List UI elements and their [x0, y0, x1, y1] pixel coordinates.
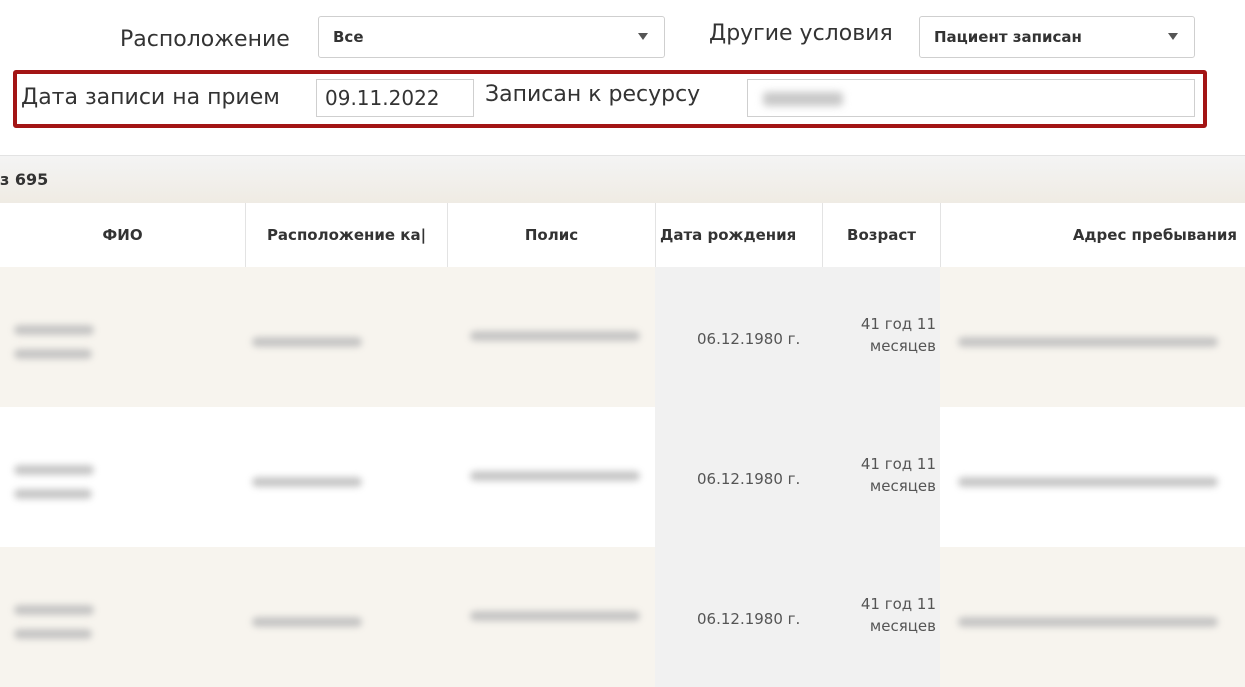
fio-redacted [14, 349, 92, 359]
column-header-birth-date[interactable]: Дата рождения [655, 203, 822, 267]
age-line-2: месяцев [869, 617, 936, 635]
chevron-down-icon [638, 33, 648, 40]
column-header-age[interactable]: Возраст [822, 203, 940, 267]
address-redacted [958, 477, 1218, 487]
policy-redacted [470, 331, 640, 341]
policy-redacted [470, 611, 640, 621]
age-line-1: 41 год 11 [860, 595, 936, 613]
chevron-down-icon [1168, 33, 1178, 40]
policy-redacted [470, 471, 640, 481]
fio-redacted [14, 605, 94, 615]
card-location-redacted [252, 477, 362, 487]
column-header-policy[interactable]: Полис [447, 203, 655, 267]
table-header: ФИО Расположение ка| Полис Дата рождения… [0, 203, 1245, 268]
age-line-1: 41 год 11 [860, 315, 936, 333]
age-line-2: месяцев [869, 477, 936, 495]
other-conditions-label: Другие условия [709, 21, 893, 46]
birth-date-cell: 06.12.1980 г. [697, 470, 801, 488]
card-location-redacted [252, 337, 362, 347]
address-redacted [958, 617, 1218, 627]
location-select-value: Все [333, 28, 364, 46]
card-location-redacted [252, 617, 362, 627]
age-line-2: месяцев [869, 337, 936, 355]
column-header-address[interactable]: Адрес пребывания [940, 203, 1245, 267]
age-cell: 41 год 11 месяцев [820, 593, 936, 637]
fio-redacted [14, 465, 94, 475]
other-conditions-select-value: Пациент записан [934, 28, 1082, 46]
results-count: з 695 [0, 170, 49, 189]
fio-redacted [14, 629, 92, 639]
table-row[interactable]: 06.12.1980 г. 41 год 11 месяцев [0, 547, 1245, 687]
table-row[interactable]: 06.12.1980 г. 41 год 11 месяцев [0, 407, 1245, 547]
highlight-frame [13, 70, 1207, 128]
table-row[interactable]: 06.12.1980 г. 41 год 11 месяцев [0, 267, 1245, 407]
birth-date-cell: 06.12.1980 г. [697, 330, 801, 348]
table-body: 06.12.1980 г. 41 год 11 месяцев 06.12.19… [0, 267, 1245, 687]
fio-redacted [14, 325, 94, 335]
address-redacted [958, 337, 1218, 347]
filter-panel: Расположение Все Другие условия Пациент … [0, 0, 1245, 155]
birth-date-cell: 06.12.1980 г. [697, 610, 801, 628]
column-header-card-location[interactable]: Расположение ка| [245, 203, 447, 267]
column-header-fio[interactable]: ФИО [0, 203, 245, 267]
results-count-bar: з 695 [0, 155, 1245, 204]
fio-redacted [14, 489, 92, 499]
other-conditions-select[interactable]: Пациент записан [919, 16, 1195, 58]
age-cell: 41 год 11 месяцев [820, 313, 936, 357]
age-cell: 41 год 11 месяцев [820, 453, 936, 497]
age-line-1: 41 год 11 [860, 455, 936, 473]
location-select[interactable]: Все [318, 16, 665, 58]
location-label: Расположение [120, 27, 290, 52]
